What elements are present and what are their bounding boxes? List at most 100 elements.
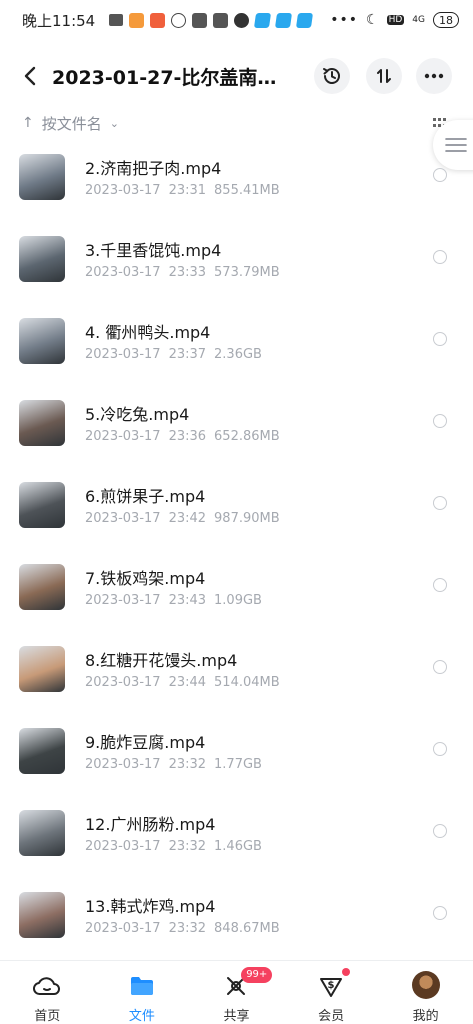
- file-row[interactable]: 2.济南把子肉.mp4 2023-03-17 23:31 855.41MB: [0, 138, 473, 220]
- status-time: 晚上11:54: [22, 11, 96, 30]
- file-name: 3.千里香馄饨.mp4: [85, 241, 222, 260]
- more-notifications-icon: •••: [330, 12, 359, 28]
- file-date: 2023-03-17: [85, 593, 161, 608]
- file-size: 1.46GB: [214, 839, 262, 854]
- video-thumbnail: [19, 810, 65, 856]
- app-blue-icon-2: [275, 12, 293, 28]
- file-meta: 2023-03-17 23:31 855.41MB: [85, 183, 288, 198]
- file-row[interactable]: 6.煎饼果子.mp4 2023-03-17 23:42 987.90MB: [0, 466, 473, 548]
- alarm-icon: [171, 12, 187, 28]
- file-name: 4. 衢州鸭头.mp4: [85, 323, 211, 342]
- select-radio[interactable]: [433, 906, 447, 920]
- file-size: 573.79MB: [214, 265, 280, 280]
- nav-vip-label: 会员: [318, 1009, 345, 1024]
- more-dots-icon: [424, 73, 444, 79]
- back-button[interactable]: [18, 64, 42, 88]
- battery-icon: 18: [433, 12, 459, 28]
- select-radio[interactable]: [433, 578, 447, 592]
- nav-me-label: 我的: [412, 1009, 439, 1024]
- network-icon: 4G: [412, 15, 425, 25]
- select-radio[interactable]: [433, 824, 447, 838]
- hd-icon: HD: [386, 15, 405, 25]
- header: 2023-01-27-比尔盖南99...: [0, 48, 473, 104]
- nav-me[interactable]: 我的: [378, 961, 473, 1024]
- select-radio[interactable]: [433, 414, 447, 428]
- video-thumbnail: [19, 482, 65, 528]
- share-badge: 99+: [241, 967, 273, 983]
- file-meta: 2023-03-17 23:33 573.79MB: [85, 265, 288, 280]
- file-meta: 2023-03-17 23:43 1.09GB: [85, 593, 270, 608]
- file-time: 23:42: [168, 511, 207, 526]
- video-thumbnail: [19, 646, 65, 692]
- avatar: [411, 971, 440, 999]
- chevron-left-icon: [24, 66, 36, 86]
- file-meta: 2023-03-17 23:32 1.46GB: [85, 839, 270, 854]
- app-orange-icon: [129, 12, 145, 28]
- file-date: 2023-03-17: [85, 183, 161, 198]
- file-row[interactable]: 8.红糖开花馒头.mp4 2023-03-17 23:44 514.04MB: [0, 630, 473, 712]
- file-size: 855.41MB: [214, 183, 280, 198]
- history-button[interactable]: [314, 58, 350, 94]
- file-row[interactable]: 4. 衢州鸭头.mp4 2023-03-17 23:37 2.36GB: [0, 302, 473, 384]
- check-icon: [234, 12, 250, 28]
- file-time: 23:32: [168, 921, 207, 936]
- file-time: 23:37: [168, 347, 207, 362]
- file-time: 23:36: [168, 429, 207, 444]
- file-name: 9.脆炸豆腐.mp4: [85, 733, 206, 752]
- nav-share[interactable]: 99+ 共享: [189, 961, 284, 1024]
- sort-label: 按文件名: [41, 114, 102, 133]
- nav-home[interactable]: 首页: [0, 961, 95, 1024]
- video-thumbnail: [19, 564, 65, 610]
- file-row[interactable]: 3.千里香馄饨.mp4 2023-03-17 23:33 573.79MB: [0, 220, 473, 302]
- file-size: 987.90MB: [214, 511, 280, 526]
- vip-icon: $: [317, 973, 345, 999]
- chevron-down-icon: ⌄: [109, 116, 119, 130]
- nav-vip[interactable]: $ 会员: [284, 961, 379, 1024]
- select-radio[interactable]: [433, 660, 447, 674]
- video-thumbnail: [19, 154, 65, 200]
- select-radio[interactable]: [433, 742, 447, 756]
- file-meta: 2023-03-17 23:42 987.90MB: [85, 511, 288, 526]
- file-row[interactable]: 13.韩式炸鸡.mp4 2023-03-17 23:32 848.67MB: [0, 876, 473, 958]
- file-size: 652.86MB: [214, 429, 280, 444]
- app-gray-icon: [192, 12, 208, 28]
- file-date: 2023-03-17: [85, 429, 161, 444]
- video-thumbnail: [19, 318, 65, 364]
- nav-files[interactable]: 文件: [95, 961, 190, 1024]
- file-name: 13.韩式炸鸡.mp4: [85, 897, 216, 916]
- video-thumbnail: [19, 892, 65, 938]
- file-name: 12.广州肠粉.mp4: [85, 815, 216, 834]
- nav-home-label: 首页: [34, 1009, 61, 1024]
- file-row[interactable]: 9.脆炸豆腐.mp4 2023-03-17 23:32 1.77GB: [0, 712, 473, 794]
- file-size: 514.04MB: [214, 675, 280, 690]
- select-radio[interactable]: [433, 332, 447, 346]
- nav-share-label: 共享: [223, 1009, 250, 1024]
- file-name: 6.煎饼果子.mp4: [85, 487, 206, 506]
- file-time: 23:32: [168, 839, 207, 854]
- select-radio[interactable]: [433, 168, 447, 182]
- sort-by-name-toggle[interactable]: ↑ 按文件名 ⌄: [0, 108, 473, 138]
- select-radio[interactable]: [433, 250, 447, 264]
- file-time: 23:31: [168, 183, 207, 198]
- file-meta: 2023-03-17 23:44 514.04MB: [85, 675, 288, 690]
- app-blue-icon: [254, 12, 272, 28]
- sort-button[interactable]: [366, 58, 402, 94]
- file-row[interactable]: 12.广州肠粉.mp4 2023-03-17 23:32 1.46GB: [0, 794, 473, 876]
- bottom-nav: 首页 文件 99+ 共享 $ 会员 我的: [0, 960, 473, 1024]
- file-meta: 2023-03-17 23:36 652.86MB: [85, 429, 288, 444]
- sort-arrows-icon: [377, 69, 391, 83]
- arrow-up-icon: ↑: [22, 115, 34, 131]
- file-time: 23:33: [168, 265, 207, 280]
- file-name: 8.红糖开花馒头.mp4: [85, 651, 238, 670]
- video-thumbnail: [19, 728, 65, 774]
- file-row[interactable]: 5.冷吃兔.mp4 2023-03-17 23:36 652.86MB: [0, 384, 473, 466]
- file-date: 2023-03-17: [85, 839, 161, 854]
- message-icon: [109, 14, 124, 26]
- select-radio[interactable]: [433, 496, 447, 510]
- more-button[interactable]: [416, 58, 452, 94]
- file-name: 2.济南把子肉.mp4: [85, 159, 222, 178]
- file-time: 23:44: [168, 675, 207, 690]
- file-size: 1.77GB: [214, 757, 262, 772]
- file-row[interactable]: 7.铁板鸡架.mp4 2023-03-17 23:43 1.09GB: [0, 548, 473, 630]
- vip-notification-dot: [341, 968, 350, 976]
